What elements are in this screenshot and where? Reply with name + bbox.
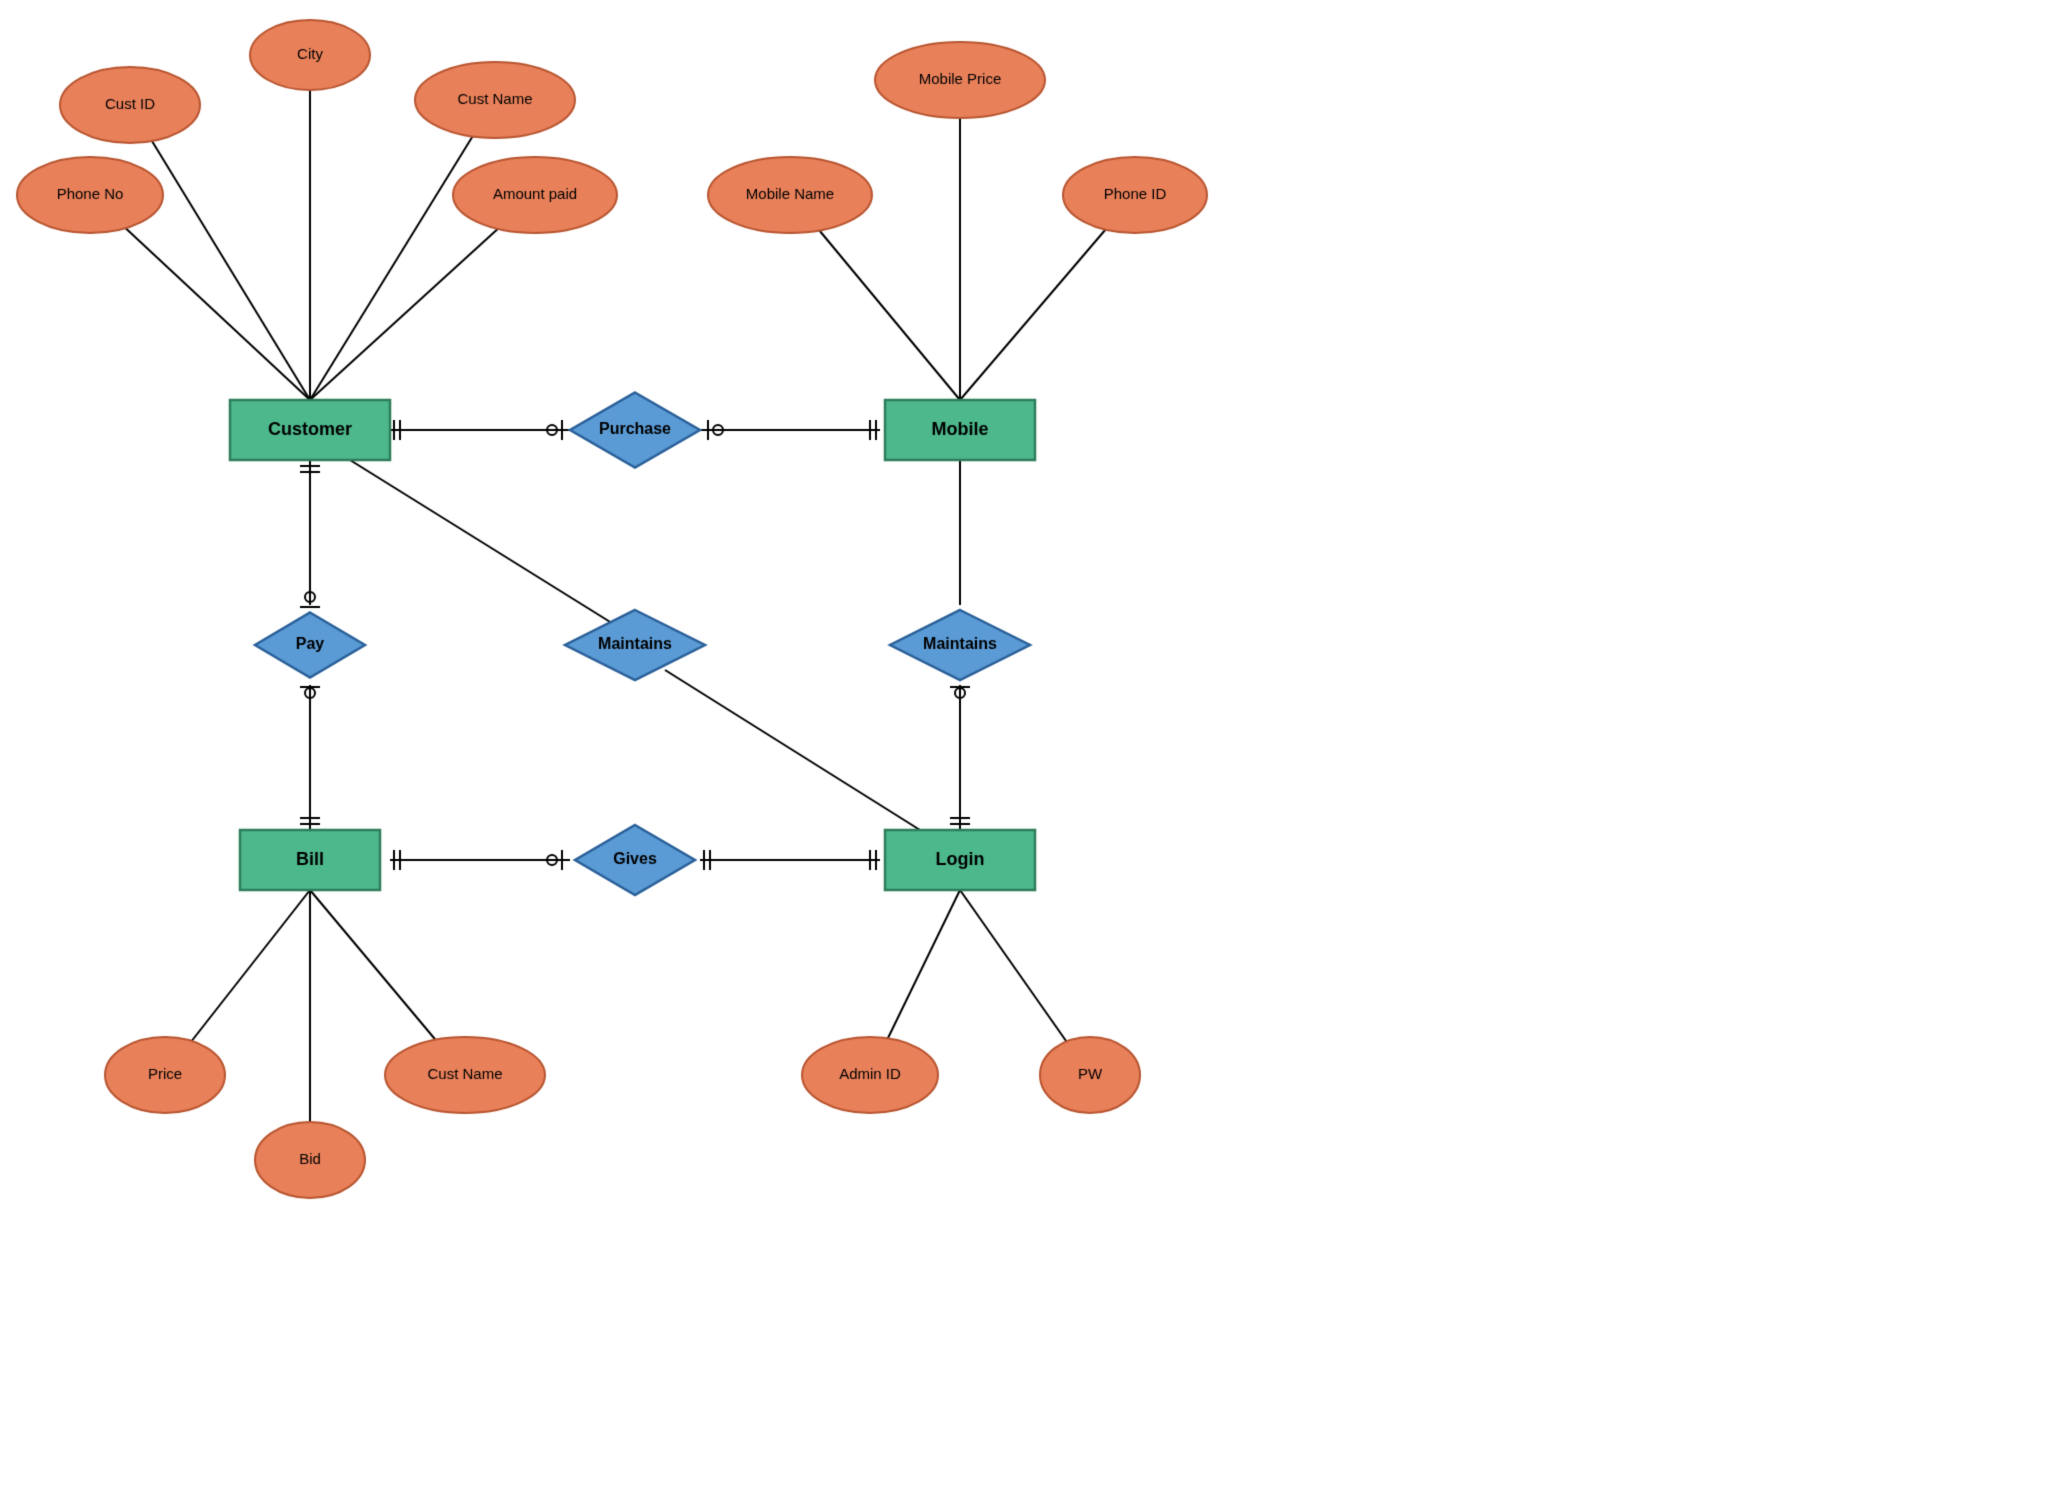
er-diagram-canvas: [0, 0, 1350, 1260]
